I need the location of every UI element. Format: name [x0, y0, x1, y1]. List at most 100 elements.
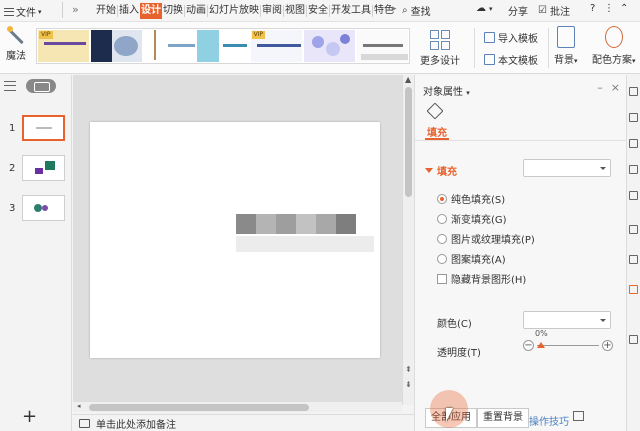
sidebar-icon[interactable] [629, 165, 638, 174]
close-icon[interactable]: × [611, 81, 620, 94]
blurred-text [236, 214, 356, 234]
vip-badge: VIP [39, 31, 53, 39]
design-thumb[interactable] [144, 30, 196, 62]
radio-gradient-fill[interactable]: 渐变填充(G) [437, 211, 507, 226]
outline-view-icon[interactable] [4, 81, 16, 91]
collapse-icon[interactable]: ⌃ [620, 3, 628, 14]
notes-placeholder: 单击此处添加备注 [96, 419, 176, 431]
design-thumb[interactable] [356, 30, 408, 62]
text-template-button[interactable]: 本文模板 [484, 52, 538, 67]
tabs-scroll-right-icon[interactable]: ▸ [392, 4, 397, 14]
help-icon[interactable]: ? [590, 3, 595, 14]
mouse-cursor-icon [446, 408, 453, 422]
radio-button [437, 193, 447, 204]
radio-picture-fill[interactable]: 图片或纹理填充(P) [437, 231, 535, 246]
reset-background-button[interactable]: 重置背景 [477, 408, 529, 428]
design-thumb[interactable]: VIP [250, 30, 302, 62]
share-button[interactable]: 分享 [508, 3, 528, 18]
slide-number: 2 [9, 163, 16, 174]
grid-icon [426, 28, 454, 52]
color-dropdown[interactable] [523, 311, 611, 329]
tab-slideshow[interactable]: 幻灯片放映 [208, 3, 260, 19]
design-thumb[interactable] [197, 30, 249, 62]
sidebar-icon[interactable] [629, 255, 638, 264]
tab-design[interactable]: 设计 [140, 3, 162, 19]
cloud-sync[interactable]: ☁ ▾ [476, 3, 493, 14]
minimize-panel-icon[interactable]: – [597, 81, 603, 94]
option-label: 渐变填充(G) [451, 215, 507, 226]
tips-link[interactable]: 操作技巧 [529, 413, 569, 428]
notes-bar[interactable]: 单击此处添加备注 [73, 414, 414, 431]
tab-transition[interactable]: 切换 [162, 3, 184, 19]
sidebar-icon[interactable] [629, 191, 638, 200]
slider-track[interactable] [537, 345, 599, 346]
magic-button[interactable]: 魔法 [2, 26, 30, 62]
search-icon: ⌕ [402, 5, 408, 16]
option-label: 图片或纹理填充(P) [451, 235, 535, 246]
tab-animation[interactable]: 动画 [185, 3, 207, 19]
hide-background-checkbox[interactable]: 隐藏背景图形(H) [437, 271, 526, 286]
background-button[interactable]: 背景▾ [554, 26, 578, 66]
tab-review[interactable]: 审阅 [261, 3, 283, 19]
tab-view[interactable]: 视图 [284, 3, 306, 19]
text-template-label: 本文模板 [498, 56, 538, 67]
design-thumb[interactable] [91, 30, 143, 62]
comment-button[interactable]: ☑ 批注 [538, 3, 570, 18]
hscroll-thumb[interactable] [89, 404, 309, 411]
radio-pattern-fill[interactable]: 图案填充(A) [437, 251, 506, 266]
sidebar-icon[interactable] [629, 113, 638, 122]
radio-solid-fill[interactable]: 纯色填充(S) [437, 191, 505, 206]
fill-section-header[interactable]: 填充 [425, 163, 457, 178]
slider-handle[interactable] [537, 342, 545, 348]
tab-fill[interactable]: 填充 [427, 124, 447, 139]
vertical-scrollbar[interactable]: ▲ ⇞ ⇟ [402, 75, 414, 405]
prev-slide-icon[interactable]: ⇞ [405, 365, 412, 374]
search-box[interactable]: ⌕ 查找 [402, 3, 431, 18]
panel-title[interactable]: 对象属性 ▾ [423, 83, 470, 98]
import-template-icon [484, 32, 495, 43]
increase-icon[interactable]: + [602, 340, 613, 351]
color-scheme-label: 配色方案 [592, 55, 632, 66]
more-designs-button[interactable]: 更多设计 [412, 28, 468, 67]
design-thumb[interactable]: VIP [38, 30, 90, 62]
video-icon[interactable] [573, 411, 584, 421]
sidebar-icon[interactable] [629, 139, 638, 148]
slide-thumbnail-3[interactable]: 3 [0, 195, 72, 223]
color-label: 颜色(C) [437, 319, 472, 330]
slide-view-toggle[interactable] [26, 79, 56, 93]
tab-insert[interactable]: 插入 [118, 3, 140, 19]
divider [62, 2, 63, 18]
scroll-up-icon[interactable]: ▲ [405, 75, 411, 84]
sidebar-icon[interactable] [629, 87, 638, 96]
current-slide[interactable] [90, 122, 380, 358]
sidebar-icon[interactable] [629, 225, 638, 234]
file-menu[interactable]: 文件 ▾ [4, 4, 42, 19]
sidebar-icon-active[interactable] [629, 285, 638, 294]
overflow-tabs-icon[interactable]: » [72, 3, 79, 16]
right-toolbar [626, 75, 640, 431]
fill-section-label: 填充 [437, 167, 457, 178]
tab-developer[interactable]: 开发工具 [330, 3, 372, 19]
next-slide-icon[interactable]: ⇟ [405, 380, 412, 389]
tab-home[interactable]: 开始 [95, 3, 117, 19]
scroll-left-icon[interactable]: ◂ [77, 402, 81, 410]
scroll-thumb[interactable] [405, 87, 412, 197]
color-scheme-button[interactable]: 配色方案▾ [592, 26, 636, 66]
design-thumb[interactable] [303, 30, 355, 62]
slide-thumbnail-2[interactable]: 2 [0, 155, 72, 183]
import-template-button[interactable]: 导入模板 [484, 30, 538, 45]
horizontal-scrollbar[interactable]: ◂ [73, 402, 402, 412]
fill-type-dropdown[interactable] [523, 159, 611, 177]
slide-thumbnail-1[interactable]: 1 [0, 115, 72, 143]
slide-canvas [73, 75, 402, 405]
radio-button [437, 213, 447, 224]
collapse-arrow-icon [425, 168, 433, 173]
more-icon[interactable]: ⋮ [604, 3, 614, 14]
add-slide-button[interactable]: + [22, 406, 37, 427]
radio-button [437, 253, 447, 264]
sidebar-icon[interactable] [629, 335, 638, 344]
decrease-icon[interactable]: − [523, 340, 534, 351]
tab-security[interactable]: 安全 [307, 3, 329, 19]
transparency-slider[interactable]: 0% − + [523, 329, 613, 353]
notes-icon [79, 418, 90, 428]
